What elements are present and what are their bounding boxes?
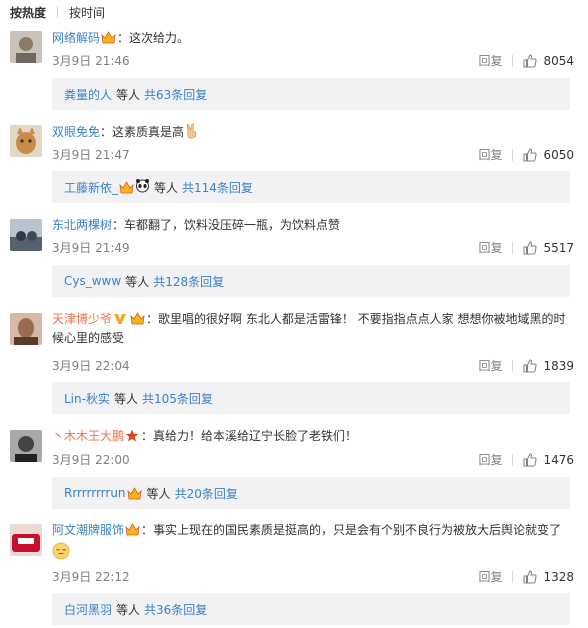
tab-divider [57, 6, 59, 18]
comment-time: 3月9日 21:46 [52, 54, 130, 68]
like-button[interactable]: 1328 [523, 570, 574, 584]
avatar[interactable] [10, 125, 42, 157]
reply-button[interactable]: 回复 [478, 146, 502, 163]
like-count: 6050 [543, 147, 574, 162]
like-button[interactable]: 6050 [523, 148, 574, 162]
reply-username[interactable]: Lin-秋实 [64, 390, 110, 407]
thumbs-up-icon [523, 147, 537, 161]
comment-time: 3月9日 21:47 [52, 148, 130, 162]
comment-username[interactable]: 丶木木王大鹏 [52, 429, 124, 443]
like-count: 8054 [543, 53, 574, 68]
panda-icon [135, 178, 150, 196]
like-button[interactable]: 5517 [523, 241, 574, 255]
comment-username[interactable]: 天津博少爷 [52, 312, 112, 326]
reply-summary: Cys_www 等人 共128条回复 [52, 265, 570, 297]
avatar[interactable] [10, 31, 42, 63]
comment-text: 网络解码 ：这次给力。 [52, 31, 190, 45]
verified-v-icon [113, 312, 128, 325]
sleepy-face-icon [52, 542, 70, 566]
view-replies-link[interactable]: 共63条回复 [144, 86, 207, 103]
like-count: 5517 [543, 240, 574, 255]
comment-time: 3月9日 22:00 [52, 453, 130, 467]
like-button[interactable]: 1476 [523, 453, 574, 467]
like-count: 1839 [543, 358, 574, 373]
comment-text: 丶木木王大鹏 ：真给力！给本溪给辽宁长脸了老铁们！ [52, 429, 358, 443]
like-count: 1476 [543, 452, 574, 467]
reply-summary: Lin-秋实 等人 共105条回复 [52, 382, 570, 414]
reply-summary: 工藤新依_ 等人 共114条回复 [52, 171, 570, 203]
tab-sort-by-hot[interactable]: 按热度 [10, 4, 46, 21]
comment-text: 东北两棵树：车都翻了，饮料没压碎一瓶，为饮料点赞 [52, 218, 341, 232]
reply-username[interactable]: 工藤新依_ [64, 179, 118, 196]
view-replies-link[interactable]: 共114条回复 [182, 179, 253, 196]
avatar[interactable] [10, 313, 42, 345]
reply-username[interactable]: Cys_www [64, 274, 121, 288]
sort-tabs: 按热度 按时间 [10, 3, 105, 21]
thumbs-up-icon [523, 569, 537, 583]
avatar[interactable] [10, 524, 42, 556]
thumbs-up-icon [523, 452, 537, 466]
avatar[interactable] [10, 219, 42, 251]
like-button[interactable]: 1839 [523, 359, 574, 373]
reply-username[interactable]: Rrrrrrrrrun [64, 486, 126, 500]
reply-button[interactable]: 回复 [478, 239, 502, 256]
comment-time: 3月9日 22:12 [52, 570, 130, 584]
like-button[interactable]: 8054 [523, 54, 574, 68]
reply-summary: Rrrrrrrrrun 等人 共20条回复 [52, 477, 570, 509]
vip-crown-icon [130, 312, 145, 325]
view-replies-link[interactable]: 共128条回复 [153, 273, 224, 290]
comment-username[interactable]: 东北两棵树 [52, 218, 112, 232]
comment-time: 3月9日 22:04 [52, 359, 130, 373]
view-replies-link[interactable]: 共36条回复 [144, 601, 207, 618]
reply-button[interactable]: 回复 [478, 52, 502, 69]
thumbs-up-icon [523, 240, 537, 254]
reply-button[interactable]: 回复 [478, 357, 502, 374]
comment-text: 双眼免免：这素质真是高 [52, 123, 574, 145]
comment-username[interactable]: 网络解码 [52, 31, 100, 45]
thumbs-up-icon [523, 358, 537, 372]
reply-button[interactable]: 回复 [478, 568, 502, 585]
thumbs-up-icon [523, 53, 537, 67]
like-count: 1328 [543, 569, 574, 584]
reply-button[interactable]: 回复 [478, 451, 502, 468]
reply-username[interactable]: 白河黑羽 [64, 601, 112, 618]
view-replies-link[interactable]: 共105条回复 [142, 390, 213, 407]
tab-sort-by-time[interactable]: 按时间 [69, 4, 105, 21]
reply-username[interactable]: 粪量的人 [64, 86, 112, 103]
red-star-icon [125, 429, 140, 442]
vip-crown-icon [127, 486, 142, 500]
comment-text: 阿文潮牌服饰 ：事实上现在的国民素质是挺高的，只是会有个别不良行为被放大后舆论就变… [52, 523, 562, 537]
reply-summary: 白河黑羽 等人 共36条回复 [52, 593, 570, 625]
vip-crown-icon [125, 523, 140, 536]
avatar[interactable] [10, 430, 42, 462]
comment-username[interactable]: 阿文潮牌服饰 [52, 523, 124, 537]
comment-text: 天津博少爷 ：歌里唱的很好啊 东北人都是活雷锋！ 不要指指点点人家 想想你被地域黑… [52, 312, 566, 345]
vip-crown-icon [101, 31, 116, 44]
victory-hand-icon [184, 123, 200, 145]
comment-time: 3月9日 21:49 [52, 241, 130, 255]
reply-summary: 粪量的人 等人 共63条回复 [52, 78, 570, 110]
vip-crown-icon [119, 180, 134, 194]
view-replies-link[interactable]: 共20条回复 [175, 485, 238, 502]
comment-username[interactable]: 双眼免免 [52, 125, 100, 139]
